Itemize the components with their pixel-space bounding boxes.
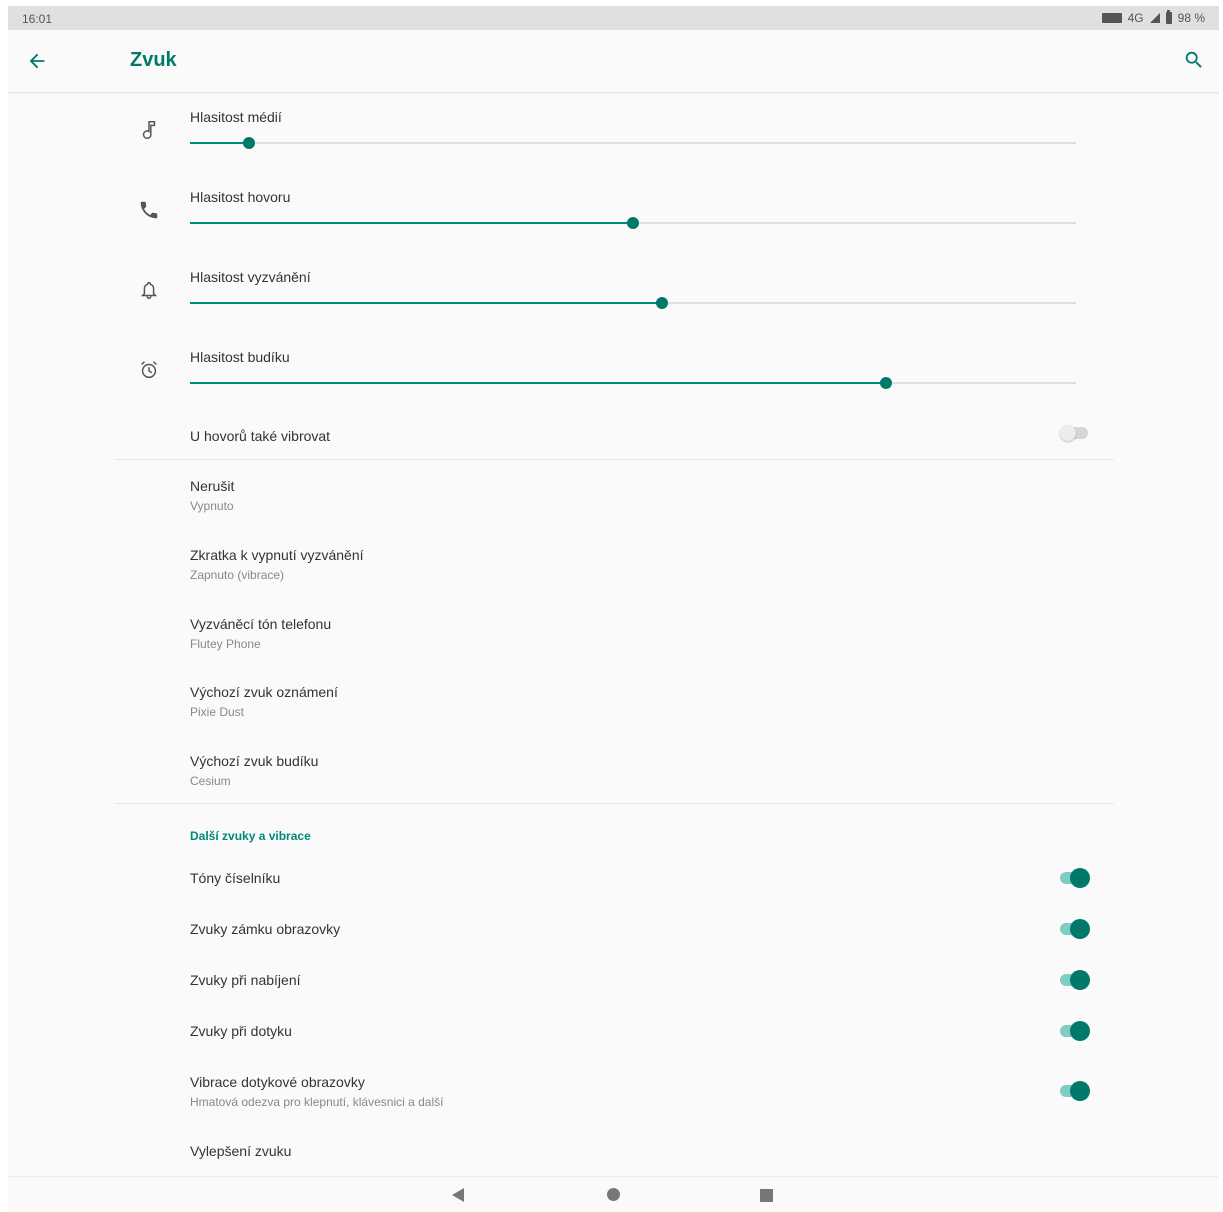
phone-icon: [140, 201, 158, 219]
status-icons: 4G 98 %: [1101, 10, 1205, 25]
charging-sounds-row[interactable]: Zvuky při nabíjení: [190, 972, 301, 988]
call-volume-slider[interactable]: [190, 215, 1076, 231]
touch-sounds-row[interactable]: Zvuky při dotyku: [190, 1023, 292, 1039]
slider-track: [190, 142, 1076, 144]
keyboard-icon: [1101, 13, 1122, 23]
battery-icon: [1165, 10, 1172, 24]
alarm-sound-summary: Cesium: [190, 774, 231, 788]
alarm-volume-label: Hlasitost budíku: [190, 349, 290, 365]
do-not-disturb-title: Nerušit: [190, 478, 235, 494]
slider-fill: [190, 142, 250, 144]
touch-sounds-label: Zvuky při dotyku: [190, 1023, 292, 1039]
divider: [114, 459, 1114, 460]
search-icon[interactable]: [1183, 49, 1205, 71]
vibrate-for-calls-label: U hovorů také vibrovat: [190, 428, 331, 444]
dial-pad-tones-row[interactable]: Tóny číselníku: [190, 870, 280, 886]
phone-ringtone-summary: Flutey Phone: [190, 637, 261, 651]
page-title: Zvuk: [130, 49, 177, 71]
media-volume-slider[interactable]: [190, 135, 1076, 151]
vibrate-for-calls-switch[interactable]: [1060, 423, 1090, 443]
touch-vibration-label: Vibrace dotykové obrazovky: [190, 1074, 365, 1090]
nav-back-icon[interactable]: [452, 1188, 464, 1202]
notification-sound-row[interactable]: Výchozí zvuk oznámení Pixie Dust: [190, 684, 338, 719]
back-arrow-icon[interactable]: [26, 50, 48, 72]
switch-thumb: [1070, 919, 1090, 939]
network-type: 4G: [1127, 11, 1144, 25]
call-volume-label: Hlasitost hovoru: [190, 189, 291, 205]
screen-lock-sounds-row[interactable]: Zvuky zámku obrazovky: [190, 921, 340, 937]
notification-sound-title: Výchozí zvuk oznámení: [190, 684, 338, 700]
touch-vibration-switch[interactable]: [1060, 1081, 1090, 1101]
dial-pad-tones-label: Tóny číselníku: [190, 870, 281, 886]
bell-icon: [140, 281, 158, 299]
signal-icon: [1149, 13, 1160, 23]
alarm-volume-row: Hlasitost budíku: [8, 333, 1219, 413]
slider-thumb[interactable]: [880, 377, 893, 389]
charging-sounds-label: Zvuky při nabíjení: [190, 972, 301, 988]
prevent-ringing-title: Zkratka k vypnutí vyzvánění: [190, 547, 364, 563]
alarm-sound-title: Výchozí zvuk budíku: [190, 753, 319, 769]
prevent-ringing-summary: Zapnuto (vibrace): [190, 568, 285, 582]
navigation-bar: [8, 1176, 1219, 1212]
slider-thumb[interactable]: [243, 137, 256, 149]
phone-ringtone-title: Vyzváněcí tón telefonu: [190, 616, 332, 632]
music-note-icon: [142, 121, 156, 139]
do-not-disturb-summary: Vypnuto: [190, 499, 234, 513]
slider-fill: [190, 222, 633, 224]
switch-thumb: [1060, 425, 1076, 441]
touch-vibration-summary: Hmatová odezva pro klepnutí, klávesnici …: [190, 1095, 444, 1109]
nav-home-icon[interactable]: [607, 1188, 620, 1201]
charging-sounds-switch[interactable]: [1060, 970, 1090, 990]
touch-vibration-row[interactable]: Vibrace dotykové obrazovky Hmatová odezv…: [190, 1074, 443, 1109]
section-header-other-sounds: Další zvuky a vibrace: [190, 829, 311, 843]
alarm-sound-row[interactable]: Výchozí zvuk budíku Cesium: [190, 753, 318, 788]
ring-volume-slider[interactable]: [190, 295, 1076, 311]
slider-fill: [190, 302, 663, 304]
alarm-volume-slider[interactable]: [190, 375, 1076, 391]
prevent-ringing-shortcut-row[interactable]: Zkratka k vypnutí vyzvánění Zapnuto (vib…: [190, 547, 364, 582]
call-volume-row: Hlasitost hovoru: [8, 173, 1219, 253]
settings-screen: 16:01 4G 98 % Zvuk Hlasitost médií Hlasi…: [8, 6, 1219, 1212]
slider-thumb[interactable]: [656, 297, 669, 309]
media-volume-label: Hlasitost médií: [190, 109, 282, 125]
battery-level: 98 %: [1177, 11, 1205, 25]
ring-volume-row: Hlasitost vyzvánění: [8, 253, 1219, 333]
vibrate-for-calls-row[interactable]: U hovorů také vibrovat: [190, 428, 330, 444]
slider-fill: [190, 382, 887, 384]
touch-sounds-switch[interactable]: [1060, 1021, 1090, 1041]
nav-recents-icon[interactable]: [760, 1189, 773, 1202]
phone-ringtone-row[interactable]: Vyzváněcí tón telefonu Flutey Phone: [190, 616, 331, 651]
switch-thumb: [1070, 868, 1090, 888]
sound-enhancement-row[interactable]: Vylepšení zvuku: [190, 1143, 291, 1159]
switch-thumb: [1070, 970, 1090, 990]
notification-sound-summary: Pixie Dust: [190, 705, 245, 719]
screen-lock-sounds-label: Zvuky zámku obrazovky: [190, 921, 341, 937]
status-time: 16:01: [22, 12, 53, 26]
ring-volume-label: Hlasitost vyzvánění: [190, 269, 311, 285]
screen-lock-sounds-switch[interactable]: [1060, 919, 1090, 939]
status-bar: 16:01 4G 98 %: [8, 6, 1219, 30]
switch-thumb: [1070, 1081, 1090, 1101]
dial-pad-tones-switch[interactable]: [1060, 868, 1090, 888]
slider-thumb[interactable]: [627, 217, 639, 229]
media-volume-row: Hlasitost médií: [8, 93, 1219, 173]
sound-enhancement-label: Vylepšení zvuku: [190, 1143, 292, 1159]
switch-thumb: [1070, 1021, 1090, 1041]
alarm-icon: [141, 361, 157, 379]
divider: [114, 803, 1114, 804]
app-toolbar: Zvuk: [8, 30, 1219, 93]
do-not-disturb-row[interactable]: Nerušit Vypnuto: [190, 478, 234, 513]
